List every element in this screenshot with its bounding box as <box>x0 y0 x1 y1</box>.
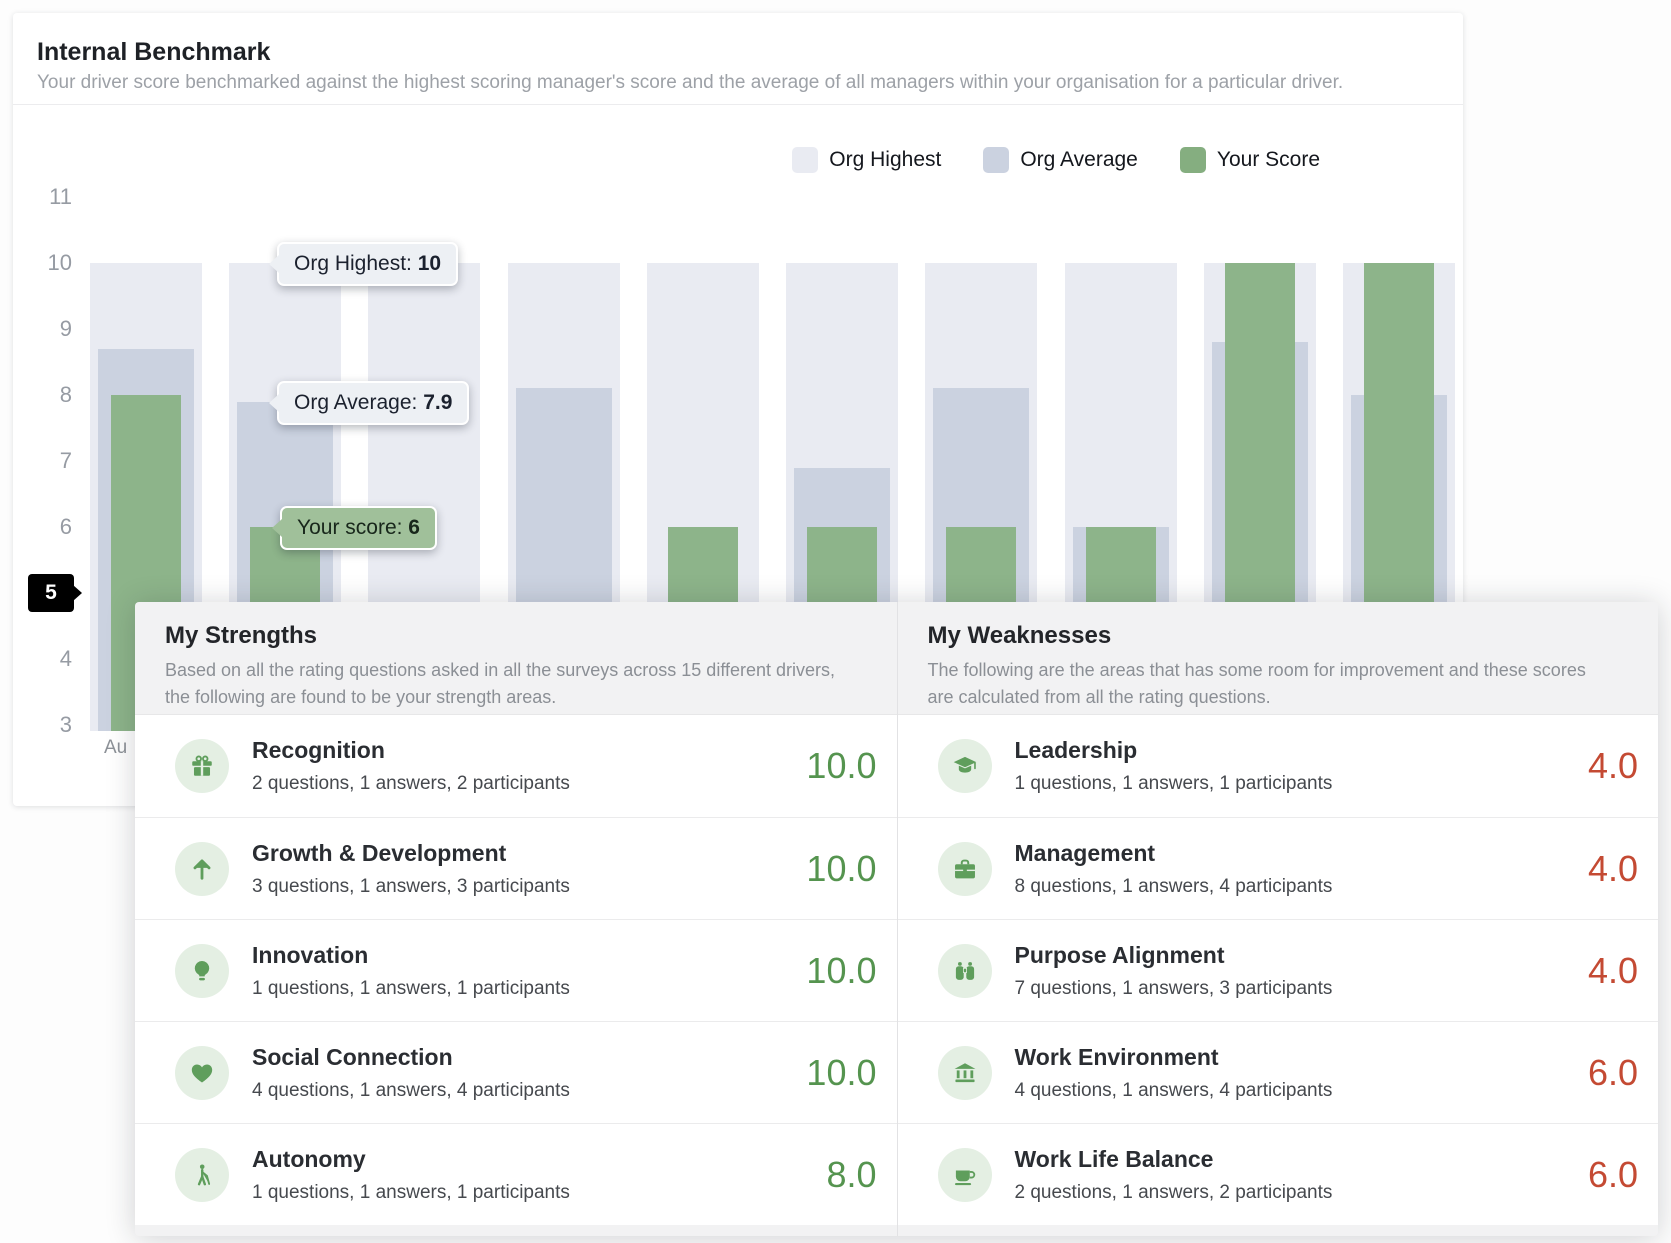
insights-card: My Strengths Based on all the rating que… <box>135 602 1658 1236</box>
driver-title: Innovation <box>252 942 794 969</box>
weaknesses-subtitle: The following are the areas that has som… <box>928 657 1608 711</box>
driver-row-text: Work Life Balance 2 questions, 1 answers,… <box>1015 1146 1576 1204</box>
driver-meta: 1 questions, 1 answers, 1 participants <box>252 1182 814 1204</box>
legend-label: Org Highest <box>829 148 941 172</box>
binoculars-icon <box>952 958 978 984</box>
driver-meta: 4 questions, 1 answers, 4 participants <box>1015 1080 1576 1102</box>
weaknesses-panel: My Weaknesses The following are the area… <box>897 602 1659 1236</box>
legend-swatch <box>983 147 1009 173</box>
driver-score: 6.0 <box>1588 1052 1638 1094</box>
icon-circle <box>938 842 992 896</box>
driver-row-work-life-balance[interactable]: Work Life Balance 2 questions, 1 answers,… <box>898 1123 1659 1225</box>
icon-circle <box>938 1046 992 1100</box>
driver-title: Work Environment <box>1015 1044 1576 1071</box>
driver-score: 4.0 <box>1588 745 1638 787</box>
driver-score: 4.0 <box>1588 950 1638 992</box>
bank-icon <box>952 1060 978 1086</box>
legend-swatch <box>792 147 818 173</box>
icon-circle <box>175 842 229 896</box>
driver-row-social-connection[interactable]: Social Connection 4 questions, 1 answers,… <box>135 1021 897 1123</box>
driver-title: Work Life Balance <box>1015 1146 1576 1173</box>
driver-row-leadership[interactable]: Leadership 1 questions, 1 answers, 1 part… <box>898 715 1659 817</box>
strengths-subtitle: Based on all the rating questions asked … <box>165 657 845 711</box>
driver-row-growth-development[interactable]: Growth & Development 3 questions, 1 answe… <box>135 817 897 919</box>
legend-item-org-highest[interactable]: Org Highest <box>792 147 941 173</box>
strengths-list: Recognition 2 questions, 1 answers, 2 par… <box>135 714 897 1225</box>
driver-row-text: Work Environment 4 questions, 1 answers, … <box>1015 1044 1576 1102</box>
driver-score: 10.0 <box>806 848 876 890</box>
driver-row-text: Social Connection 4 questions, 1 answers,… <box>252 1044 794 1102</box>
driver-meta: 1 questions, 1 answers, 1 participants <box>1015 773 1576 795</box>
driver-title: Autonomy <box>252 1146 814 1173</box>
driver-row-recognition[interactable]: Recognition 2 questions, 1 answers, 2 par… <box>135 715 897 817</box>
briefcase-icon <box>952 856 978 882</box>
driver-row-text: Growth & Development 3 questions, 1 answe… <box>252 840 794 898</box>
page-title: Internal Benchmark <box>37 13 1439 66</box>
driver-row-work-environment[interactable]: Work Environment 4 questions, 1 answers, … <box>898 1021 1659 1123</box>
driver-row-text: Management 8 questions, 1 answers, 4 part… <box>1015 840 1576 898</box>
lightbulb-icon <box>189 958 215 984</box>
driver-meta: 3 questions, 1 answers, 3 participants <box>252 876 794 898</box>
legend-item-your-score[interactable]: Your Score <box>1180 147 1320 173</box>
chart-legend: Org Highest Org Average Your Score <box>792 147 1320 173</box>
legend-item-org-average[interactable]: Org Average <box>983 147 1138 173</box>
legend-swatch <box>1180 147 1206 173</box>
driver-meta: 4 questions, 1 answers, 4 participants <box>252 1080 794 1102</box>
icon-circle <box>175 1148 229 1202</box>
driver-row-text: Autonomy 1 questions, 1 answers, 1 partic… <box>252 1146 814 1204</box>
driver-row-management[interactable]: Management 8 questions, 1 answers, 4 part… <box>898 817 1659 919</box>
driver-score: 4.0 <box>1588 848 1638 890</box>
strengths-header: My Strengths Based on all the rating que… <box>135 602 897 714</box>
driver-meta: 8 questions, 1 answers, 4 participants <box>1015 876 1576 898</box>
driver-score: 6.0 <box>1588 1154 1638 1196</box>
driver-meta: 2 questions, 1 answers, 2 participants <box>1015 1182 1576 1204</box>
icon-circle <box>938 944 992 998</box>
driver-score: 10.0 <box>806 950 876 992</box>
driver-score: 10.0 <box>806 745 876 787</box>
driver-title: Recognition <box>252 737 794 764</box>
heart-icon <box>189 1060 215 1086</box>
icon-circle <box>938 1148 992 1202</box>
driver-row-purpose-alignment[interactable]: Purpose Alignment 7 questions, 1 answers,… <box>898 919 1659 1021</box>
driver-meta: 7 questions, 1 answers, 3 participants <box>1015 978 1576 1000</box>
driver-score: 10.0 <box>806 1052 876 1094</box>
legend-label: Org Average <box>1020 148 1138 172</box>
driver-row-autonomy[interactable]: Autonomy 1 questions, 1 answers, 1 partic… <box>135 1123 897 1225</box>
strengths-title: My Strengths <box>165 622 869 650</box>
driver-row-text: Innovation 1 questions, 1 answers, 1 part… <box>252 942 794 1000</box>
coffee-cup-icon <box>952 1162 978 1188</box>
dashboard: Internal Benchmark Your driver score ben… <box>0 0 1671 1243</box>
weaknesses-header: My Weaknesses The following are the area… <box>898 602 1659 714</box>
driver-title: Purpose Alignment <box>1015 942 1576 969</box>
driver-meta: 1 questions, 1 answers, 1 participants <box>252 978 794 1000</box>
graduation-cap-icon <box>952 753 978 779</box>
driver-row-text: Recognition 2 questions, 1 answers, 2 par… <box>252 737 794 795</box>
driver-row-text: Purpose Alignment 7 questions, 1 answers,… <box>1015 942 1576 1000</box>
driver-title: Management <box>1015 840 1576 867</box>
icon-circle <box>938 739 992 793</box>
benchmark-card-header: Internal Benchmark Your driver score ben… <box>13 13 1463 105</box>
driver-title: Social Connection <box>252 1044 794 1071</box>
strengths-panel: My Strengths Based on all the rating que… <box>135 602 897 1236</box>
driver-title: Leadership <box>1015 737 1576 764</box>
driver-meta: 2 questions, 1 answers, 2 participants <box>252 773 794 795</box>
driver-row-text: Leadership 1 questions, 1 answers, 1 part… <box>1015 737 1576 795</box>
icon-circle <box>175 739 229 793</box>
icon-circle <box>175 1046 229 1100</box>
person-cane-icon <box>189 1162 215 1188</box>
weaknesses-title: My Weaknesses <box>928 622 1631 650</box>
arrow-up-icon <box>189 856 215 882</box>
legend-label: Your Score <box>1217 148 1320 172</box>
icon-circle <box>175 944 229 998</box>
driver-row-innovation[interactable]: Innovation 1 questions, 1 answers, 1 part… <box>135 919 897 1021</box>
gift-icon <box>189 753 215 779</box>
driver-title: Growth & Development <box>252 840 794 867</box>
page-subtitle: Your driver score benchmarked against th… <box>37 72 1439 94</box>
driver-score: 8.0 <box>826 1154 876 1196</box>
weaknesses-list: Leadership 1 questions, 1 answers, 1 part… <box>898 714 1659 1225</box>
